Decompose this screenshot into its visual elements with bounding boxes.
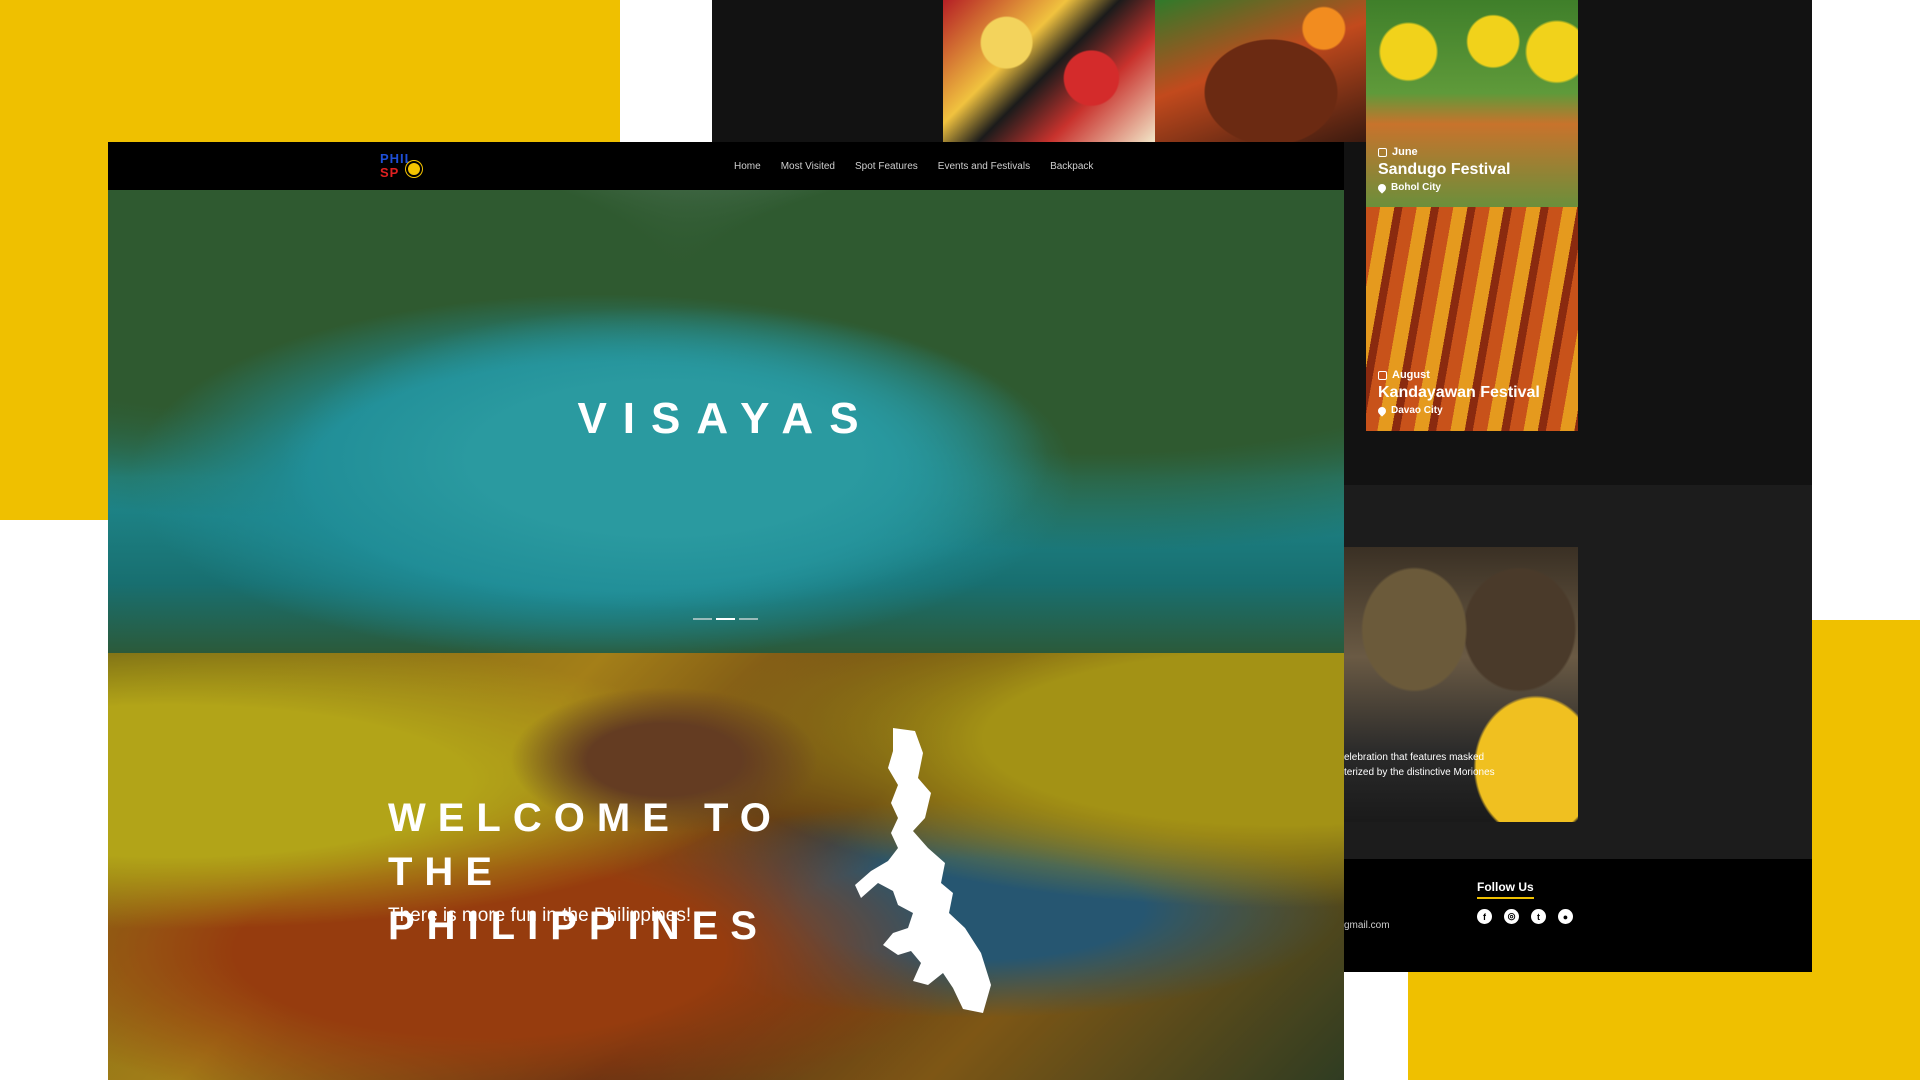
follow-us-title: Follow Us <box>1477 880 1534 899</box>
site-logo[interactable]: PHIL SP <box>380 151 426 181</box>
philippines-map-icon <box>855 728 991 1013</box>
nav-link-backpack[interactable]: Backpack <box>1040 161 1103 172</box>
festival-card-sandugo[interactable]: June Sandugo Festival Bohol City <box>1366 0 1578 207</box>
calendar-icon <box>1378 370 1387 380</box>
home-page-mockup: PHIL SP Home Most Visited Spot Features … <box>108 142 1344 1080</box>
facebook-icon[interactable]: f <box>1477 909 1492 924</box>
festival-month: August <box>1392 369 1430 381</box>
social-links: f ◎ t ● <box>1477 909 1573 924</box>
festival-month: June <box>1392 146 1418 158</box>
nav-link-most-visited[interactable]: Most Visited <box>771 161 845 172</box>
moriones-text-line: elebration that features masked <box>1344 752 1485 763</box>
festival-name: Sandugo Festival <box>1378 161 1511 178</box>
github-icon[interactable]: ● <box>1558 909 1573 924</box>
festival-card-kandayawan[interactable]: August Kandayawan Festival Davao City <box>1366 207 1578 431</box>
nav-link-spot-features[interactable]: Spot Features <box>845 161 928 172</box>
moriones-text-line: terized by the distinctive Moriones <box>1344 767 1495 778</box>
calendar-icon <box>1378 147 1387 157</box>
carousel-dot[interactable] <box>739 618 758 620</box>
welcome-title: WELCOME TO THE PHILIPPINES <box>388 796 783 948</box>
navbar: PHIL SP Home Most Visited Spot Features … <box>108 142 1344 190</box>
moriones-description: elebration that features masked terized … <box>1344 750 1544 780</box>
location-pin-icon <box>1376 181 1388 194</box>
moriones-photo <box>1344 547 1578 822</box>
follow-us: Follow Us f ◎ t ● <box>1477 878 1573 924</box>
welcome-subtitle: There is more fun in the Philippines! <box>388 905 692 926</box>
location-pin-icon <box>1376 404 1388 417</box>
footer-email[interactable]: gmail.com <box>1344 920 1390 931</box>
logo-text-bottom: SP <box>380 165 400 180</box>
festival-location: Davao City <box>1391 405 1443 416</box>
carousel-indicators <box>693 618 758 620</box>
carousel-dot-active[interactable] <box>716 618 735 620</box>
hero-carousel[interactable]: VISAYAS <box>108 190 1344 653</box>
hero-title: VISAYAS <box>577 394 875 443</box>
nav-links: Home Most Visited Spot Features Events a… <box>724 142 1103 190</box>
nav-link-events-festivals[interactable]: Events and Festivals <box>928 161 1040 172</box>
instagram-icon[interactable]: ◎ <box>1504 909 1519 924</box>
festival-photo-dancers <box>943 0 1155 142</box>
carousel-dot[interactable] <box>693 618 712 620</box>
festival-photo-lechon <box>1155 0 1366 142</box>
nav-link-home[interactable]: Home <box>724 161 771 172</box>
festival-location: Bohol City <box>1391 182 1441 193</box>
logo-text-top: PHIL <box>380 151 414 166</box>
festival-name: Kandayawan Festival <box>1378 384 1540 401</box>
twitter-icon[interactable]: t <box>1531 909 1546 924</box>
sun-icon <box>408 163 420 175</box>
welcome-section: WELCOME TO THE PHILIPPINES There is more… <box>108 653 1344 1080</box>
